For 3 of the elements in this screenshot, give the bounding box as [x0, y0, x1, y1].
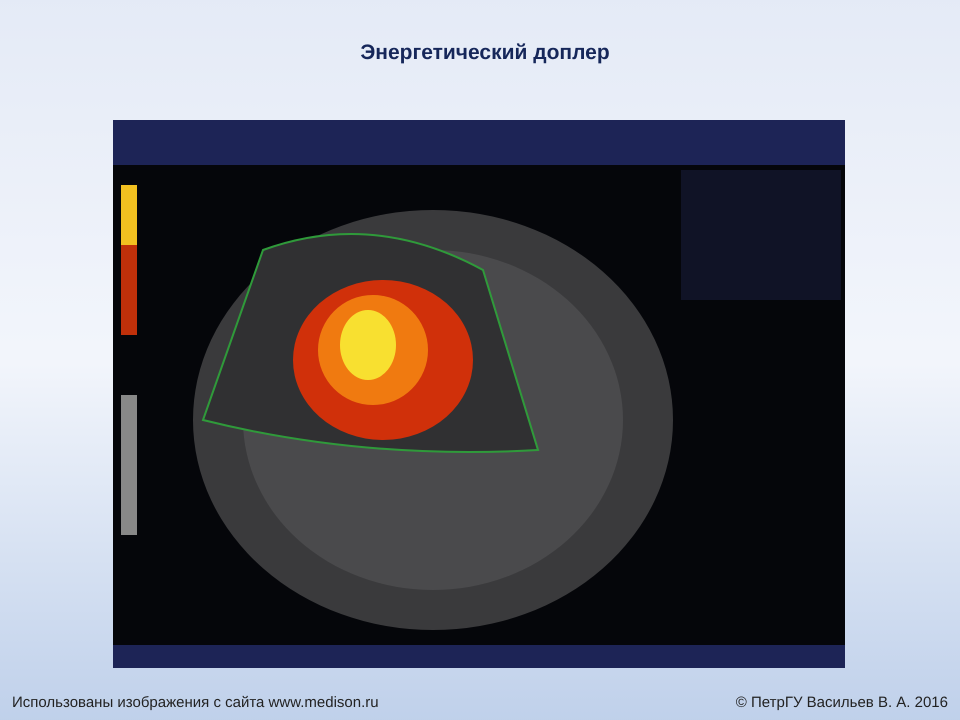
source-note: Использованы изображения с сайта www.medison.ru: [12, 692, 379, 712]
copyright-note: © ПетрГУ Васильев В. А. 2016: [736, 692, 948, 712]
slide-title: Энергетический доплер: [360, 40, 610, 66]
